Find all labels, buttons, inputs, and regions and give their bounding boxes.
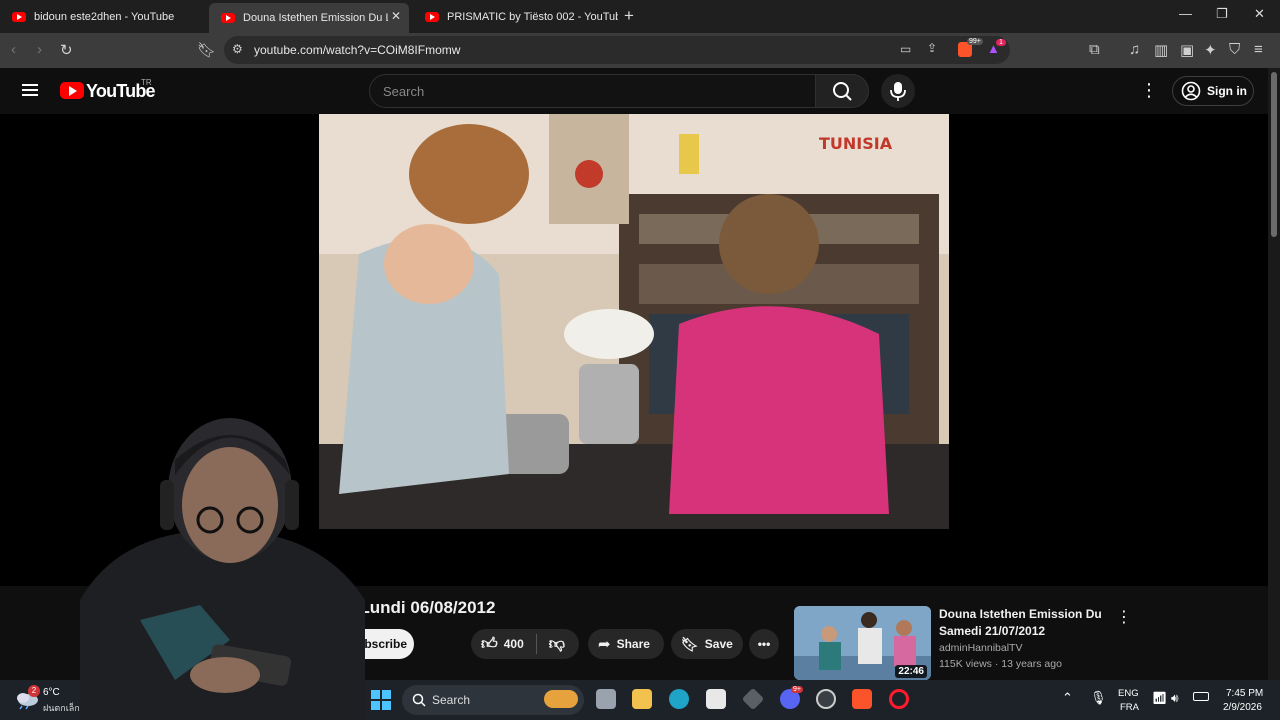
recommendation-thumbnail[interactable]: 22:46 xyxy=(794,606,931,680)
browser-toolbar: ‹ › ↻ 🔖︎ ⚙ youtube.com/watch?v=COiM8IFmo… xyxy=(0,33,1280,68)
recommendation-menu-icon[interactable]: ⋮ xyxy=(1116,607,1132,627)
file-explorer-icon[interactable] xyxy=(632,689,652,709)
thumbs-down-icon[interactable]: 👎︎ xyxy=(549,635,565,654)
recommendation-channel[interactable]: adminHannibalTV xyxy=(939,642,1022,654)
save-icon: 🔖︎ xyxy=(681,635,699,652)
search-button[interactable] xyxy=(815,74,869,108)
clock-date[interactable]: 2/9/2026 xyxy=(1223,702,1262,713)
tab-bidoun[interactable]: bidoun este2dhen - YouTube xyxy=(0,4,205,29)
save-button[interactable]: 🔖︎ Save xyxy=(671,629,743,659)
cast-icon[interactable]: ▭ xyxy=(900,42,911,56)
restore-icon[interactable]: ❐ xyxy=(1216,6,1228,22)
site-settings-icon[interactable]: ⚙ xyxy=(232,42,243,56)
tab-title: PRISMATIC by Tiësto 002 - YouTube xyxy=(447,10,618,23)
microsoft-store-icon[interactable] xyxy=(706,689,726,709)
youtube-logo-icon[interactable] xyxy=(60,82,84,99)
scrollbar-thumb[interactable] xyxy=(1271,72,1277,237)
more-actions-button[interactable]: ••• xyxy=(749,629,779,659)
share-page-icon[interactable]: ⇪ xyxy=(927,41,937,55)
more-horiz-icon: ••• xyxy=(757,637,771,651)
youtube-favicon-icon xyxy=(12,11,26,22)
sign-in-label: Sign in xyxy=(1207,84,1247,98)
edge-browser-icon[interactable] xyxy=(669,689,689,709)
account-icon xyxy=(1181,81,1201,101)
bookmark-icon[interactable]: 🔖︎ xyxy=(197,41,216,59)
tab-title: bidoun este2dhen - YouTube xyxy=(34,10,175,23)
like-count[interactable]: 400 xyxy=(504,637,524,651)
close-tab-icon[interactable]: ✕ xyxy=(391,9,401,23)
music-icon[interactable]: ♫ xyxy=(1129,41,1140,58)
url-text[interactable]: youtube.com/watch?v=COiM8IFmomw xyxy=(254,43,460,57)
share-button[interactable]: ➦ Share xyxy=(588,629,664,659)
forward-icon[interactable]: › xyxy=(37,41,42,58)
volume-icon[interactable]: 🔊︎ xyxy=(1171,691,1179,706)
reload-icon[interactable]: ↻ xyxy=(60,41,73,59)
save-label: Save xyxy=(704,637,733,651)
recommendation-title[interactable]: Douna Istethen Emission Du Samedi 21/07/… xyxy=(939,606,1109,640)
minimize-icon[interactable]: — xyxy=(1179,6,1192,21)
back-icon[interactable]: ‹ xyxy=(11,41,16,58)
thumbs-up-icon[interactable]: 👍︎ xyxy=(481,635,498,654)
wifi-icon[interactable]: 📶︎ xyxy=(1152,691,1167,705)
share-icon: ➦ xyxy=(598,636,611,653)
menu-icon[interactable]: ≡ xyxy=(1254,41,1263,58)
windows-start-icon[interactable] xyxy=(371,690,391,710)
hamburger-menu-icon[interactable] xyxy=(22,84,38,86)
battery-icon[interactable] xyxy=(1193,692,1209,701)
tab-prismatic[interactable]: PRISMATIC by Tiësto 002 - YouTube xyxy=(413,4,618,29)
clock-time[interactable]: 7:45 PM xyxy=(1226,688,1263,699)
share-label: Share xyxy=(616,637,650,651)
opera-icon[interactable] xyxy=(889,689,909,709)
voice-search-button[interactable] xyxy=(881,74,915,108)
keyboard-layout[interactable]: FRA xyxy=(1120,702,1139,713)
search-icon xyxy=(833,82,852,101)
youtube-favicon-icon xyxy=(221,13,235,23)
microphone-icon xyxy=(890,82,906,101)
brave-browser-icon[interactable] xyxy=(852,689,872,709)
close-window-icon[interactable]: ✕ xyxy=(1254,6,1265,22)
video-scene-image: TUNISIA xyxy=(319,114,949,529)
brave-badge: 99+ xyxy=(967,38,983,45)
obs-icon[interactable] xyxy=(816,689,836,709)
divider xyxy=(535,634,537,654)
region-label: TR xyxy=(141,78,152,87)
address-bar[interactable]: ⚙ youtube.com/watch?v=COiM8IFmomw ▭ ⇪ 99… xyxy=(224,36,1010,64)
search-highlight-icon xyxy=(544,690,578,708)
vpn-shield-icon[interactable]: ⛉ xyxy=(1229,41,1240,58)
search-input[interactable]: Search xyxy=(369,74,816,108)
taskbar-search[interactable]: Search xyxy=(402,685,584,715)
weather-badge: 2 xyxy=(28,685,40,697)
sign-in-button[interactable]: Sign in xyxy=(1172,76,1254,106)
tab-douna-istethen[interactable]: Douna Istethen Emission Du Lundi 06/08/2… xyxy=(209,3,409,33)
app-hexagon-icon[interactable] xyxy=(741,687,765,711)
wallet-icon[interactable]: ▣ xyxy=(1180,41,1194,59)
webcam-person-image xyxy=(80,418,365,720)
like-dislike-group: 👍︎ 400 👎︎ xyxy=(471,629,579,659)
webcam-overlay xyxy=(80,380,365,720)
page-scrollbar[interactable] xyxy=(1268,68,1280,680)
more-options-icon[interactable]: ⋮ xyxy=(1140,80,1158,101)
search-icon xyxy=(412,693,426,707)
alert-badge: 1 xyxy=(996,39,1006,46)
plus-icon[interactable]: + xyxy=(624,6,634,26)
sidebar-icon[interactable]: ▥ xyxy=(1154,41,1168,59)
tab-title: Douna Istethen Emission Du Lundi 06/08/2… xyxy=(243,12,388,24)
svg-text:TUNISIA: TUNISIA xyxy=(819,134,893,153)
discord-badge: 9+ xyxy=(791,686,803,693)
taskbar-search-label: Search xyxy=(432,693,471,707)
chevron-up-icon[interactable]: ⌃ xyxy=(1062,690,1073,706)
recommendation-meta: 115K views · 13 years ago xyxy=(939,658,1062,670)
microphone-tray-icon[interactable]: 🎙︎ xyxy=(1090,690,1107,706)
search-placeholder: Search xyxy=(383,84,425,99)
video-frame[interactable]: TUNISIA xyxy=(319,114,949,529)
input-language[interactable]: ENG xyxy=(1118,688,1139,699)
weather-temperature[interactable]: 6°C xyxy=(43,687,60,698)
leo-ai-icon[interactable]: ✦ xyxy=(1204,41,1217,59)
youtube-favicon-icon xyxy=(425,11,439,22)
video-duration: 22:46 xyxy=(895,665,927,678)
page-search-icon[interactable]: ⧉ xyxy=(1089,41,1100,58)
youtube-header: YouTube TR Search ⋮ Sign in xyxy=(0,68,1268,114)
task-view-icon[interactable] xyxy=(596,689,616,709)
browser-tab-strip: bidoun este2dhen - YouTube Douna Istethe… xyxy=(0,0,1280,33)
